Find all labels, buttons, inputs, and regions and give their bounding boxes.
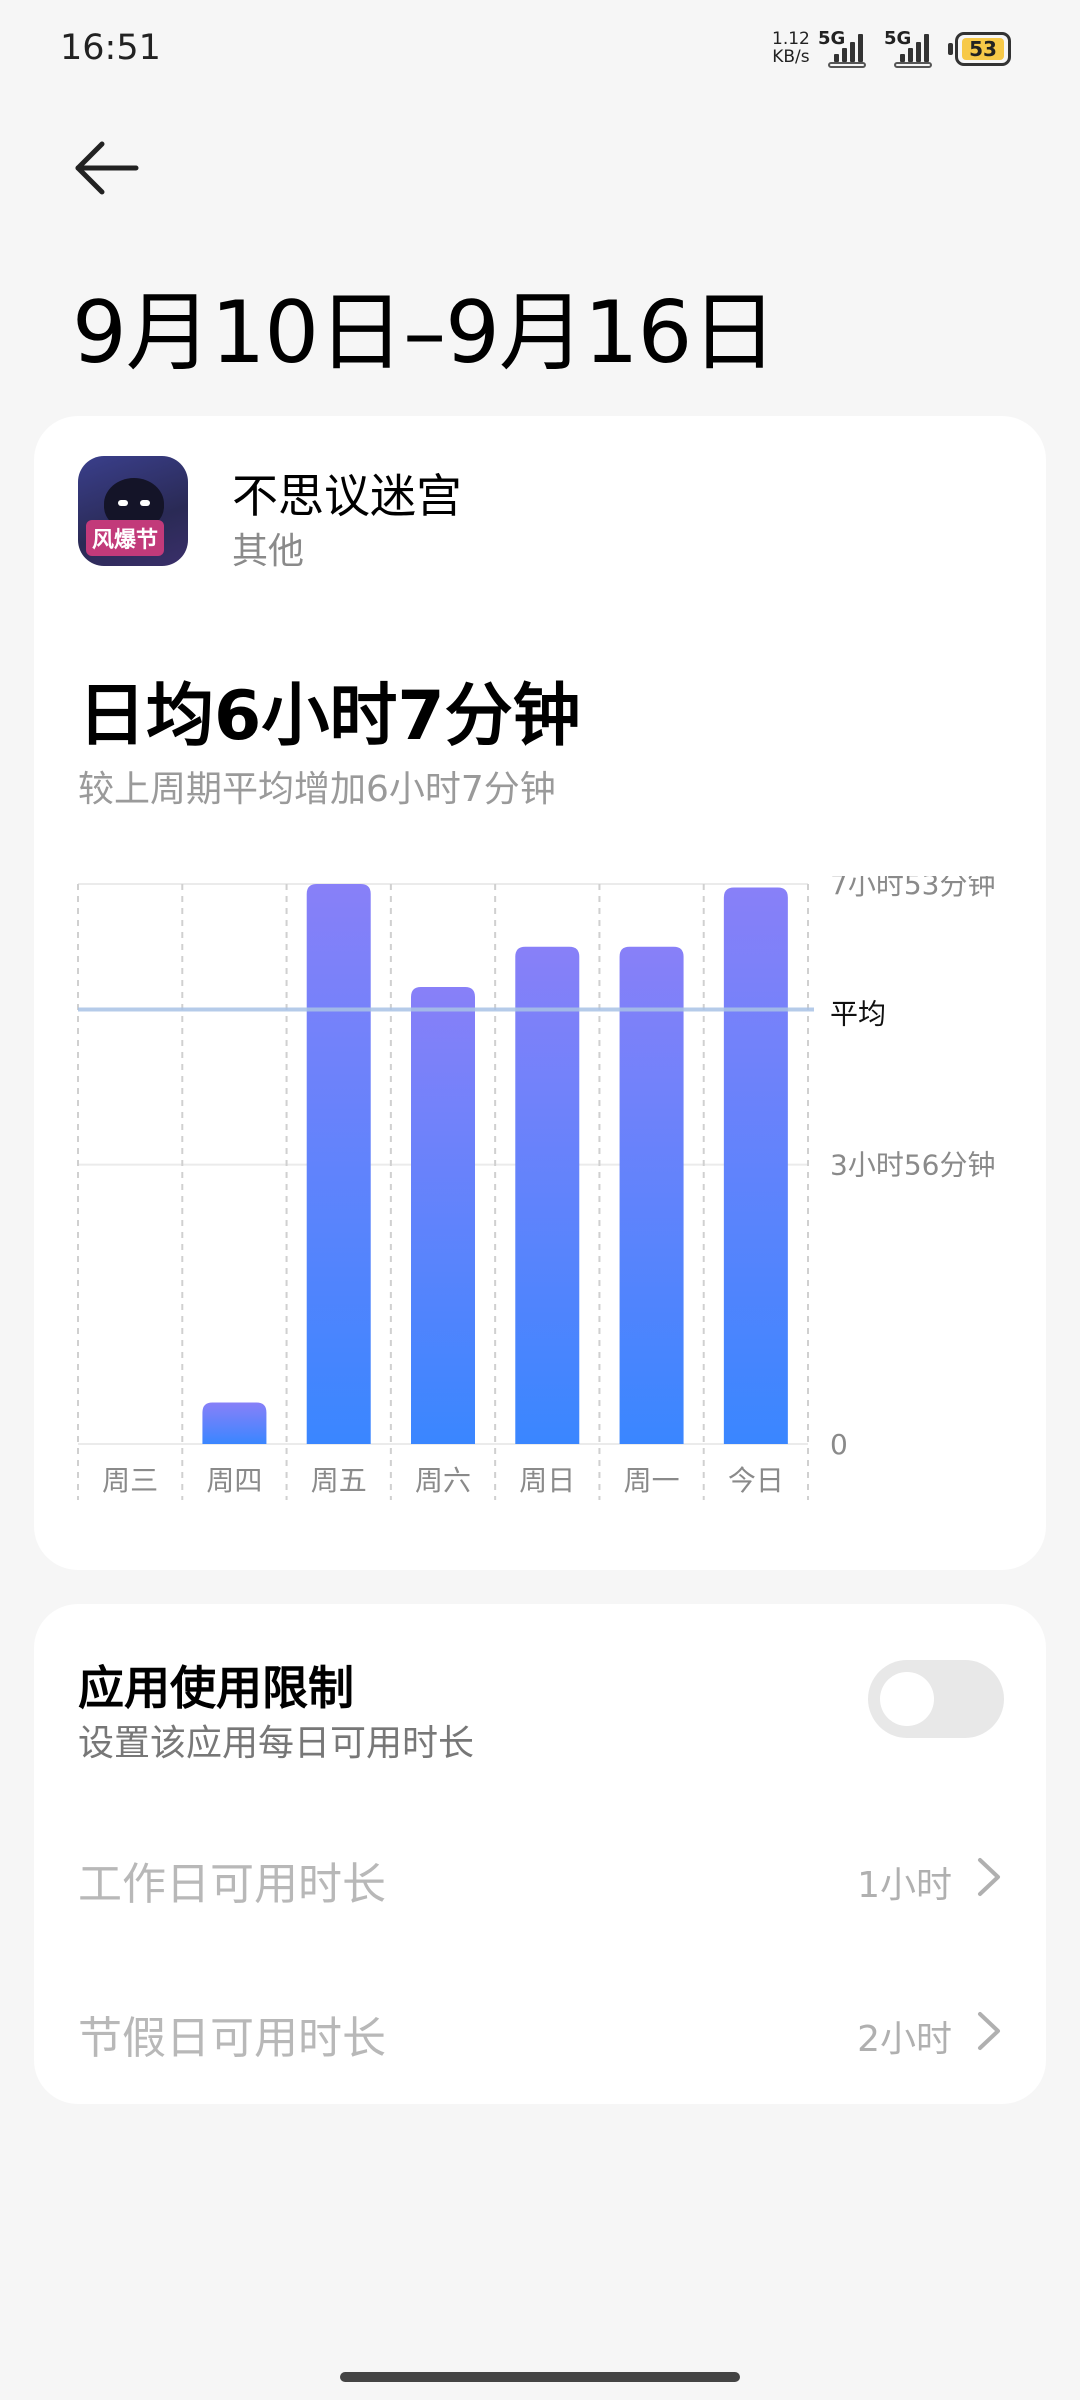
chart-y-tick-label: 7小时53分钟 <box>830 876 995 901</box>
chart-bar-周五 <box>306 884 371 1444</box>
usage-bar-chart: 平均 7小时53分钟 3小时56分钟 0 周三 周四 周五 周六 周日 周一 今日 <box>77 876 995 1500</box>
chevron-right-icon <box>978 2012 1000 2050</box>
holiday-limit-row[interactable]: 节假日可用时长 2小时 <box>34 1966 1046 2096</box>
app-icon-tag: 风爆节 <box>86 520 165 556</box>
chevron-right-icon <box>978 1858 1000 1896</box>
battery-nub <box>948 43 953 55</box>
signal-icon-sim2: 5G <box>884 28 934 68</box>
chart-average-label: 平均 <box>830 997 886 1030</box>
arrow-left-icon <box>75 141 139 195</box>
back-button[interactable] <box>72 138 152 198</box>
holiday-limit-value: 2小时 <box>857 2019 952 2060</box>
chart-bar-周六 <box>411 987 475 1444</box>
chart-x-tick-label: 周四 <box>206 1464 262 1497</box>
daily-average-title: 日均6小时7分钟 <box>78 677 581 756</box>
limit-title: 应用使用限制 <box>78 1661 354 1715</box>
chart-x-tick-label: 周日 <box>519 1464 575 1497</box>
daily-average-comparison: 较上周期平均增加6小时7分钟 <box>78 769 556 810</box>
chart-bar-周日 <box>515 946 580 1444</box>
usage-limit-card: 应用使用限制 设置该应用每日可用时长 工作日可用时长 1小时 节假日可用时长 2… <box>34 1604 1046 2104</box>
usage-card: 风爆节 不思议迷宫 其他 日均6小时7分钟 较上周期平均增加6小时7分钟 平均 7… <box>34 416 1046 1570</box>
chart-x-tick-label: 周六 <box>415 1464 471 1497</box>
chart-x-tick-label: 今日 <box>728 1464 784 1497</box>
app-name: 不思议迷宫 <box>232 469 462 523</box>
weekday-limit-value: 1小时 <box>857 1865 952 1906</box>
chart-bar-周一 <box>619 946 684 1444</box>
holiday-limit-label: 节假日可用时长 <box>78 2013 386 2064</box>
weekday-limit-label: 工作日可用时长 <box>78 1859 386 1910</box>
battery-icon: 53 <box>955 32 1011 66</box>
chart-x-tick-label: 周五 <box>311 1464 367 1497</box>
limit-subtitle: 设置该应用每日可用时长 <box>78 1723 475 1764</box>
chart-y-tick-label: 0 <box>830 1428 848 1461</box>
usage-limit-toggle[interactable] <box>868 1660 1004 1738</box>
chart-x-tick-label: 周一 <box>624 1464 680 1497</box>
app-category: 其他 <box>232 531 305 572</box>
home-indicator[interactable] <box>340 2372 740 2382</box>
app-icon: 风爆节 <box>78 456 188 566</box>
chart-y-tick-label: 3小时56分钟 <box>830 1149 995 1182</box>
chart-bar-周四 <box>202 1402 267 1444</box>
weekday-limit-row[interactable]: 工作日可用时长 1小时 <box>34 1812 1046 1942</box>
network-speed-unit: KB/s <box>772 47 810 67</box>
toggle-knob <box>880 1672 934 1726</box>
battery-level: 53 <box>969 37 997 61</box>
signal-icon-sim1: 5G <box>818 28 868 68</box>
status-time: 16:51 <box>60 28 161 68</box>
network-speed-value: 1.12 <box>772 29 810 49</box>
network-speed: 1.12 KB/s <box>772 30 810 66</box>
chart-bar-今日 <box>723 887 788 1444</box>
status-bar: 16:51 1.12 KB/s 5G 5G 53 <box>0 0 1080 100</box>
page-title: 9月10日–9月16日 <box>72 283 777 383</box>
chart-x-tick-label: 周三 <box>102 1464 158 1497</box>
